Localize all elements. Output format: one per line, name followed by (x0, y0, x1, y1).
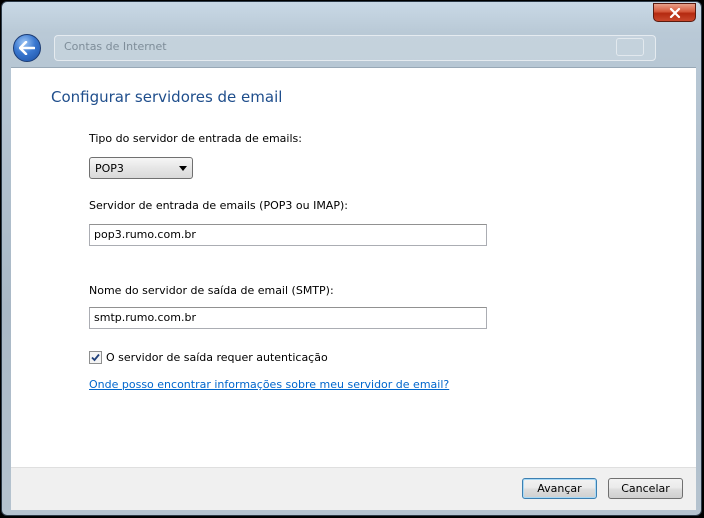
dialog-footer: Avançar Cancelar (11, 467, 696, 510)
dialog-window: Contas de Internet Configurar servidores… (1, 1, 702, 516)
cancel-button[interactable]: Cancelar (608, 478, 683, 499)
next-button[interactable]: Avançar (522, 478, 597, 499)
close-icon (669, 7, 680, 18)
incoming-server-label: Servidor de entrada de emails (POP3 ou I… (89, 199, 348, 212)
incoming-server-input[interactable]: pop3.rumo.com.br (89, 224, 487, 246)
page-title: Configurar servidores de email (51, 88, 283, 106)
outgoing-server-label: Nome do servidor de saída de email (SMTP… (89, 284, 334, 297)
server-help-link[interactable]: Onde posso encontrar informações sobre m… (89, 378, 449, 391)
content-panel: Configurar servidores de email Tipo do s… (11, 67, 696, 468)
incoming-type-select[interactable]: POP3 (89, 157, 193, 179)
close-button[interactable] (653, 3, 696, 22)
back-button[interactable] (13, 34, 41, 62)
auth-checkbox-label: O servidor de saída requer autenticação (106, 350, 328, 364)
ghost-button (616, 38, 644, 56)
incoming-type-value: POP3 (95, 162, 124, 175)
incoming-type-label: Tipo do servidor de entrada de emails: (89, 132, 302, 145)
auth-checkbox-row[interactable]: O servidor de saída requer autenticação (89, 349, 328, 365)
checkmark-icon (91, 353, 100, 361)
dropdown-arrow-icon (179, 166, 187, 171)
auth-checkbox[interactable] (89, 350, 102, 364)
outgoing-server-input[interactable]: smtp.rumo.com.br (89, 307, 487, 329)
window-title: Contas de Internet (64, 40, 167, 53)
back-arrow-icon (19, 41, 35, 55)
